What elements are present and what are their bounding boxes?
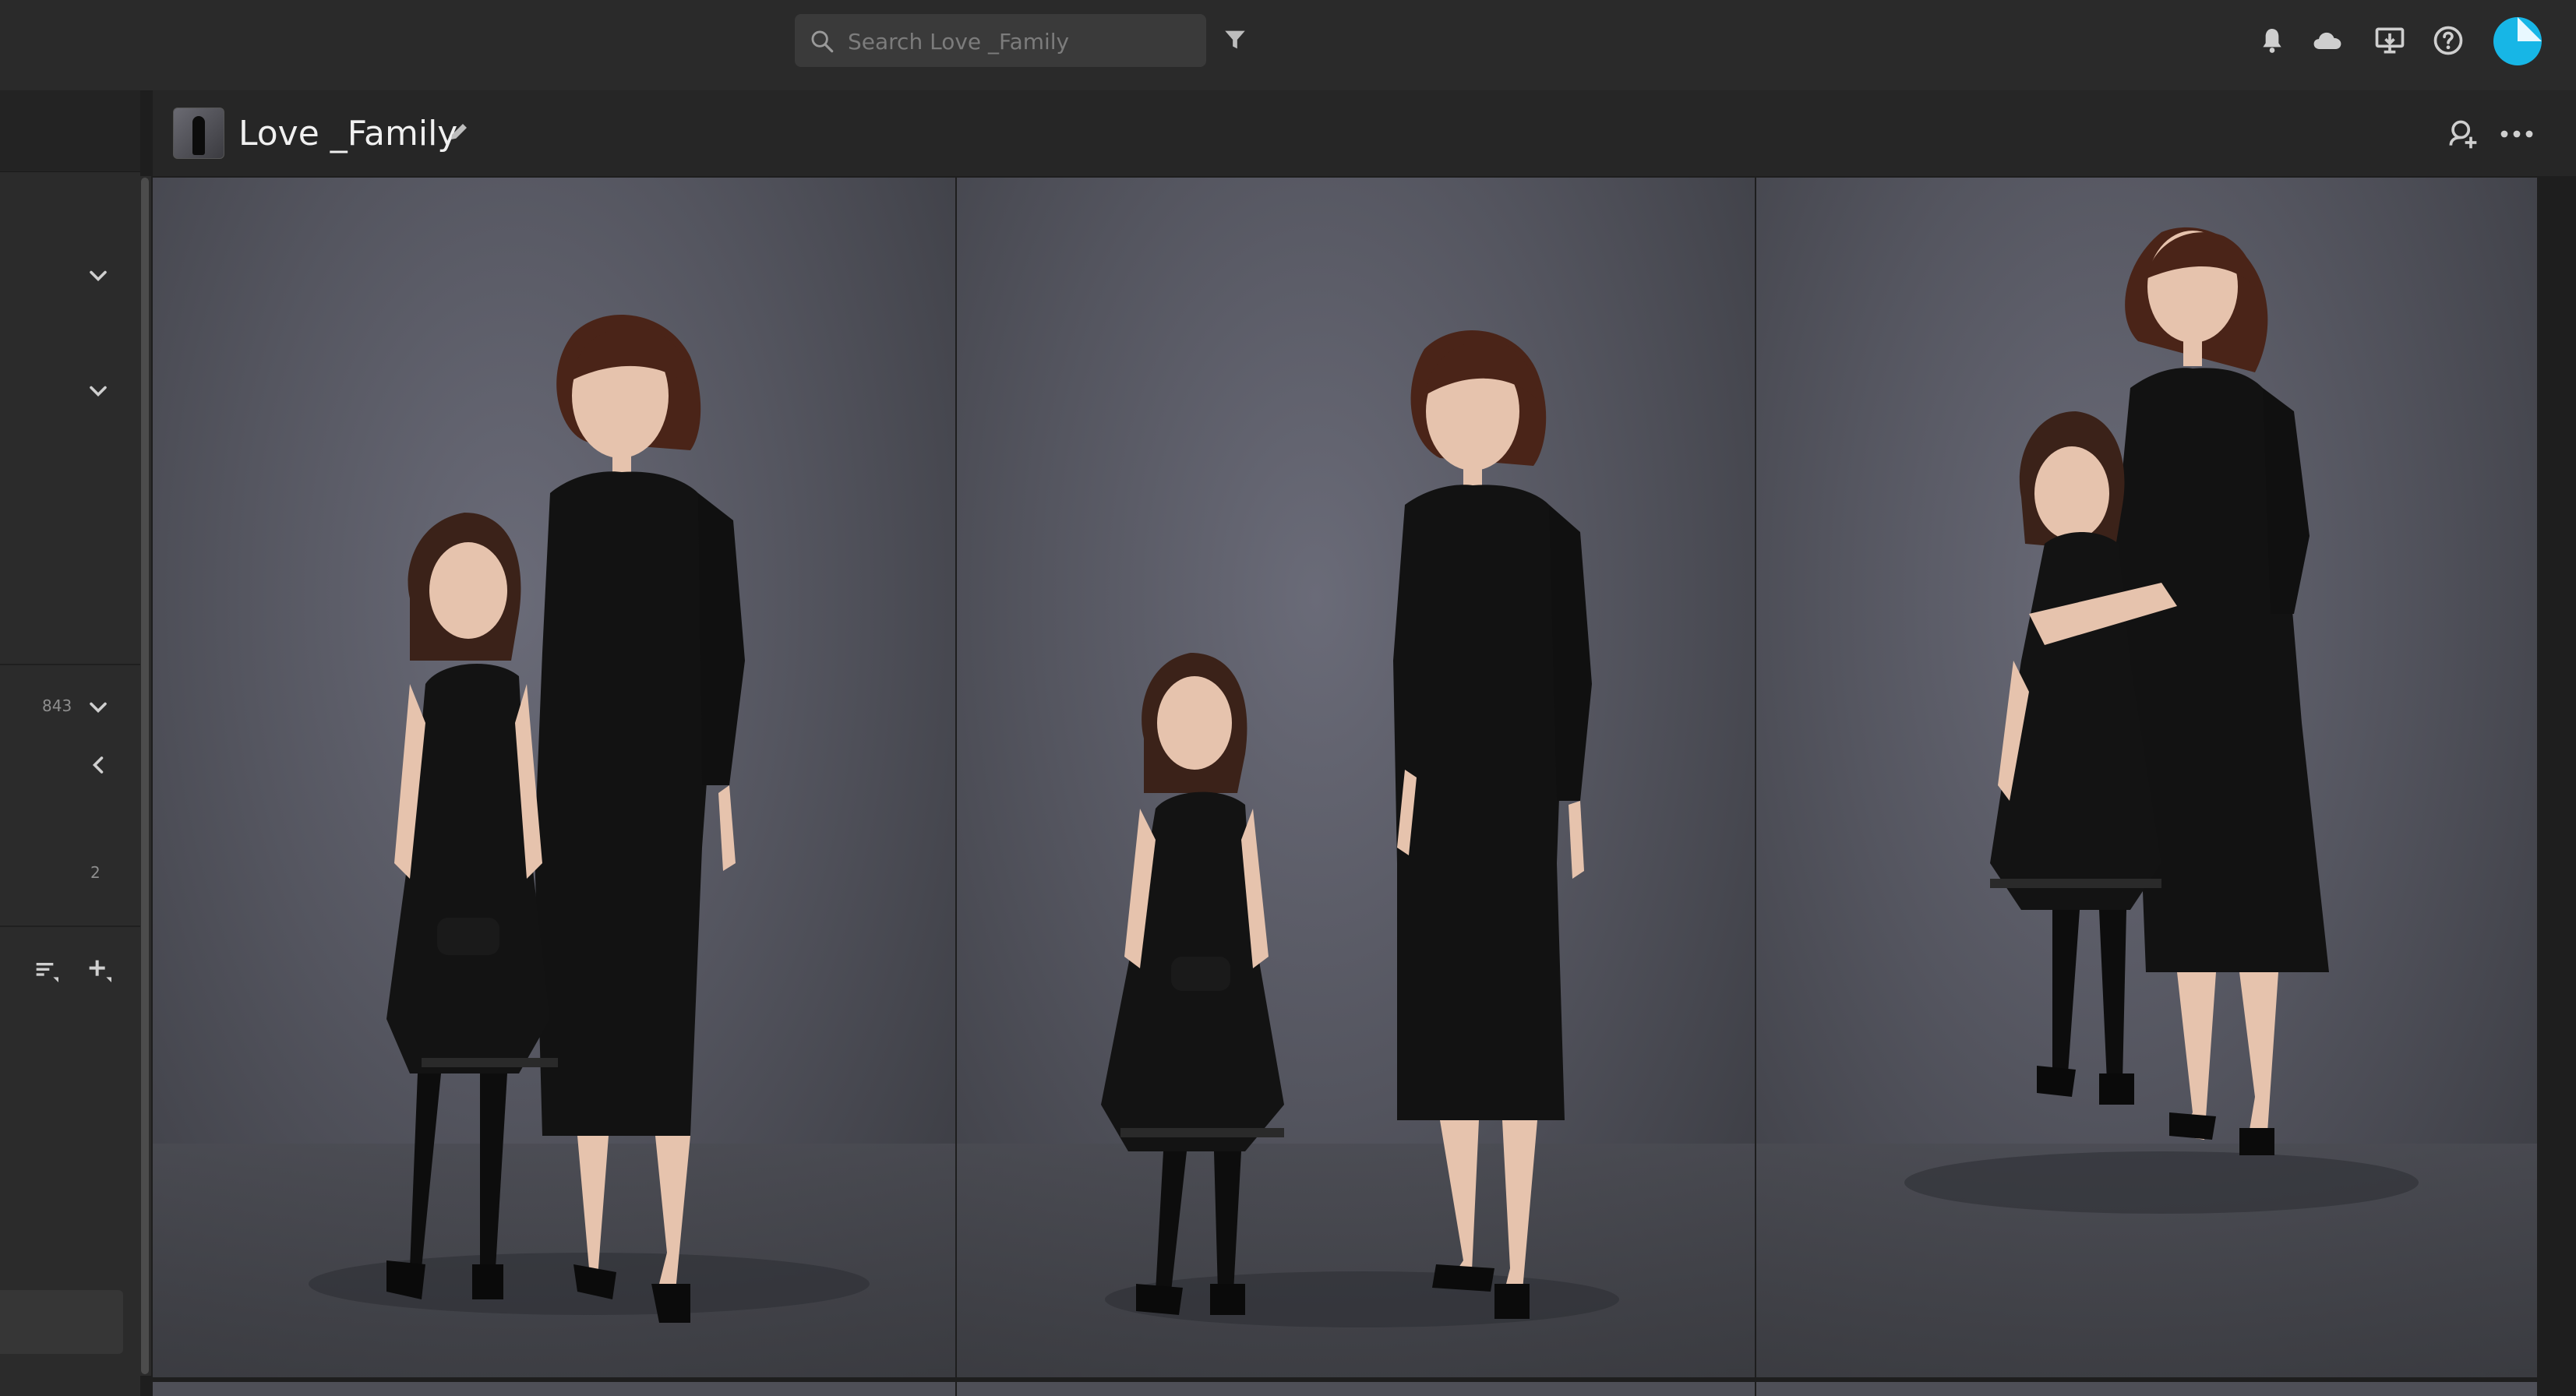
filter-icon[interactable] — [1222, 26, 1248, 53]
chevron-down-icon[interactable] — [84, 262, 112, 290]
photo-row-next — [1756, 1382, 2537, 1396]
album-header: Love _Family — [153, 90, 2576, 176]
search-icon — [811, 30, 834, 53]
help-icon[interactable] — [2431, 23, 2465, 58]
sidebar-bottom-field[interactable] — [0, 1290, 123, 1354]
album-title: Love _Family — [238, 114, 458, 153]
photo-count: 843 — [42, 696, 72, 715]
pencil-icon[interactable] — [447, 120, 471, 143]
photo-row-next — [153, 1382, 955, 1396]
share-person-icon[interactable] — [2445, 117, 2479, 151]
top-bar — [0, 0, 2576, 90]
search-box[interactable] — [795, 14, 1206, 67]
import-icon[interactable] — [2372, 23, 2408, 58]
photo-grid — [153, 178, 2537, 1396]
avatar[interactable] — [2493, 17, 2542, 65]
chevron-down-icon[interactable] — [84, 693, 112, 721]
chevron-left-icon[interactable] — [84, 751, 112, 779]
sub-count: 2 — [90, 863, 101, 882]
sidebar: 843 2 — [0, 90, 140, 1396]
sidebar-header — [0, 90, 140, 172]
sidebar-divider — [0, 664, 140, 665]
photo-3[interactable] — [1756, 178, 2537, 1377]
more-horizontal-icon[interactable] — [2498, 120, 2535, 148]
album-cover-thumbnail[interactable] — [173, 108, 224, 159]
photo-row-next — [957, 1382, 1755, 1396]
sort-icon[interactable] — [31, 955, 62, 986]
bell-icon[interactable] — [2257, 25, 2288, 56]
sidebar-divider — [0, 925, 140, 927]
sidebar-scrollbar-thumb[interactable] — [141, 178, 149, 1374]
photo-2[interactable] — [957, 178, 1755, 1377]
chevron-down-icon[interactable] — [84, 377, 112, 405]
cloud-icon[interactable] — [2310, 23, 2345, 58]
add-icon[interactable] — [84, 955, 115, 986]
search-input[interactable] — [846, 19, 1192, 64]
photo-1[interactable] — [153, 178, 955, 1377]
